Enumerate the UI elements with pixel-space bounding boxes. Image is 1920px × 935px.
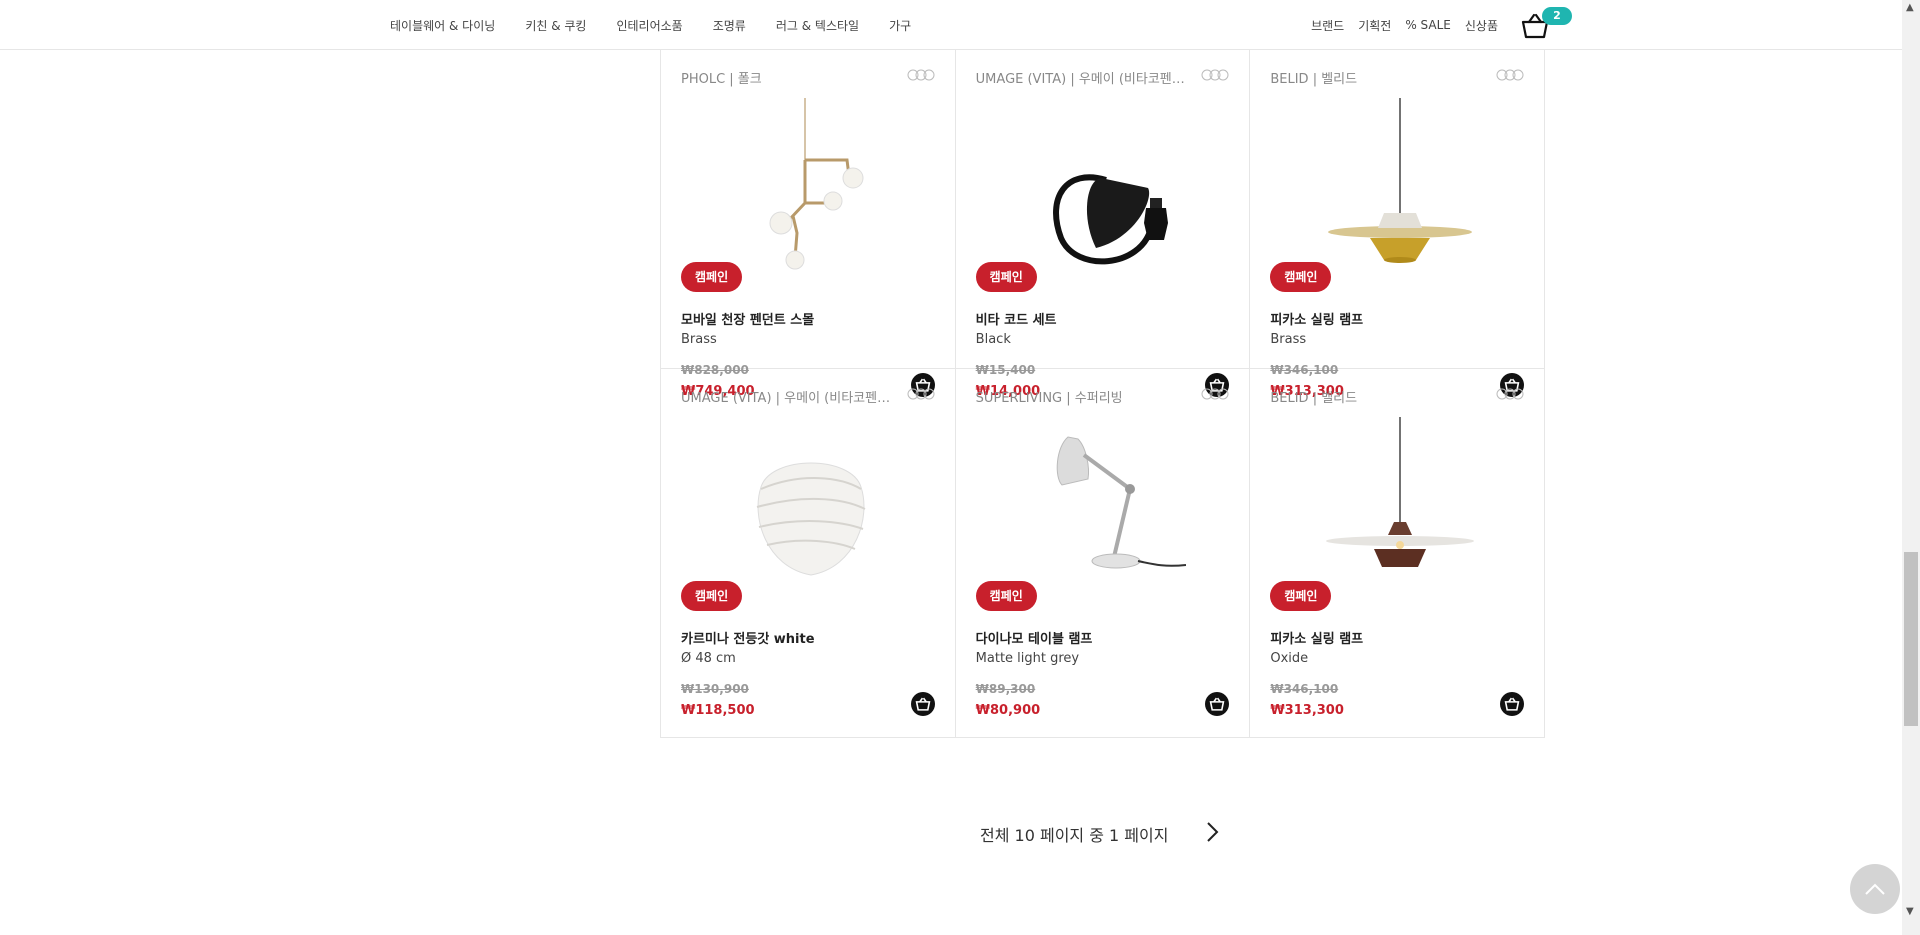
product-card[interactable]: UMAGE (VITA) | 우메이 (비타코펜하... 캠페인 비타 코드 세… [956, 50, 1251, 399]
product-name[interactable]: 다이나모 테이블 램프 [976, 628, 1093, 647]
product-name[interactable]: 피카소 실링 램프 [1270, 628, 1363, 647]
product-brand[interactable]: PHOLC | 폴크 [681, 68, 762, 87]
new-arrivals-link[interactable]: 신상품 [1465, 17, 1498, 34]
original-price: ₩346,100 [1270, 682, 1339, 696]
chevron-up-icon [1865, 883, 1885, 895]
product-variant: Brass [1270, 332, 1307, 347]
product-brand[interactable]: BELID | 벨리드 [1270, 387, 1357, 406]
back-to-top-button[interactable] [1850, 864, 1900, 914]
scrollbar-thumb[interactable] [1904, 552, 1918, 726]
sale-link[interactable]: % SALE [1405, 18, 1451, 32]
cart-count-badge: 2 [1542, 7, 1572, 25]
category-tableware[interactable]: 테이블웨어 & 다이닝 [390, 17, 495, 34]
category-furniture[interactable]: 가구 [889, 17, 911, 34]
campaign-badge[interactable]: 캠페인 [1270, 581, 1332, 611]
product-brand[interactable]: BELID | 벨리드 [1270, 68, 1357, 87]
compare-icon[interactable] [907, 69, 935, 81]
chevron-right-icon[interactable] [1202, 820, 1222, 844]
product-variant: Brass [681, 332, 717, 347]
product-image-cord-set[interactable] [1026, 98, 1186, 273]
sale-price: ₩313,300 [1270, 703, 1344, 718]
add-to-cart-button[interactable] [1500, 692, 1525, 716]
exhibition-link[interactable]: 기획전 [1358, 17, 1391, 34]
compare-icon[interactable] [1496, 388, 1524, 400]
compare-icon[interactable] [1201, 69, 1229, 81]
category-interior[interactable]: 인테리어소품 [616, 17, 682, 34]
compare-icon[interactable] [907, 388, 935, 400]
basket-icon [1209, 697, 1225, 711]
product-variant: Matte light grey [975, 651, 1080, 666]
product-card[interactable]: UMAGE (VITA) | 우메이 (비타코펜하... 캠페인 카르미나 전등… [661, 369, 956, 737]
basket-icon [1504, 697, 1520, 711]
add-to-cart-button[interactable] [1205, 692, 1230, 716]
category-lighting[interactable]: 조명류 [713, 17, 746, 34]
category-kitchen[interactable]: 키친 & 쿠킹 [525, 17, 586, 34]
product-name[interactable]: 피카소 실링 램프 [1270, 309, 1363, 328]
product-name[interactable]: 모바일 천장 펜던트 스몰 [681, 309, 814, 328]
product-row: UMAGE (VITA) | 우메이 (비타코펜하... 캠페인 카르미나 전등… [661, 369, 1546, 738]
sale-price: ₩118,500 [681, 703, 755, 718]
cart-button[interactable]: 2 [1520, 7, 1572, 40]
product-card[interactable]: SUPERLIVING | 수퍼리빙 캠페인 다이나모 테이블 램프 Matte… [956, 369, 1251, 737]
campaign-badge[interactable]: 캠페인 [975, 262, 1037, 292]
campaign-badge[interactable]: 캠페인 [681, 262, 743, 292]
product-variant: Black [975, 332, 1011, 347]
top-navigation: 테이블웨어 & 다이닝 키친 & 쿠킹 인테리어소품 조명류 러그 & 텍스타일… [0, 0, 1902, 50]
product-row: PHOLC | 폴크 캠페인 모바일 천장 펜던트 스몰 Brass ₩828,… [661, 50, 1546, 399]
category-menu: 테이블웨어 & 다이닝 키친 & 쿠킹 인테리어소품 조명류 러그 & 텍스타일… [390, 0, 941, 50]
compare-icon[interactable] [1496, 69, 1524, 81]
scroll-up-arrow-icon[interactable]: ▲ [1906, 2, 1914, 13]
product-brand[interactable]: SUPERLIVING | 수퍼리빙 [976, 387, 1123, 406]
campaign-badge[interactable]: 캠페인 [1270, 262, 1332, 292]
original-price: ₩130,900 [681, 682, 749, 696]
product-grid: PHOLC | 폴크 캠페인 모바일 천장 펜던트 스몰 Brass ₩828,… [660, 50, 1546, 738]
product-variant: Ø 48 cm [681, 651, 736, 666]
product-card[interactable]: PHOLC | 폴크 캠페인 모바일 천장 펜던트 스몰 Brass ₩828,… [661, 50, 956, 399]
product-card[interactable]: BELID | 벨리드 캠페인 피카소 실링 램프 Brass ₩346,100… [1250, 50, 1546, 399]
sale-price: ₩80,900 [975, 703, 1041, 718]
pagination-status: 전체 10 페이지 중 1 페이지 [980, 826, 1169, 845]
product-image-dynamo-lamp[interactable] [1026, 417, 1186, 592]
product-name[interactable]: 카르미나 전등갓 white [681, 628, 815, 647]
utility-menu: 브랜드 기획전 % SALE 신상품 2 [1297, 0, 1572, 50]
vertical-scrollbar[interactable] [1902, 0, 1920, 935]
product-image-picasso-brass[interactable] [1320, 98, 1480, 273]
campaign-badge[interactable]: 캠페인 [975, 581, 1037, 611]
scroll-down-arrow-icon[interactable]: ▼ [1906, 906, 1914, 917]
product-image-picasso-oxide[interactable] [1320, 417, 1480, 592]
compare-icon[interactable] [1201, 388, 1229, 400]
brand-link[interactable]: 브랜드 [1311, 17, 1344, 34]
campaign-badge[interactable]: 캠페인 [681, 581, 743, 611]
product-brand[interactable]: UMAGE (VITA) | 우메이 (비타코펜하... [681, 387, 896, 406]
product-brand[interactable]: UMAGE (VITA) | 우메이 (비타코펜하... [976, 68, 1191, 87]
product-image-carmina-white[interactable] [731, 417, 891, 592]
product-image-mobile-pendant[interactable] [731, 98, 891, 273]
product-variant: Oxide [1270, 651, 1309, 666]
product-card[interactable]: BELID | 벨리드 캠페인 피카소 실링 램프 Oxide ₩346,100… [1250, 369, 1546, 737]
add-to-cart-button[interactable] [910, 692, 935, 716]
category-rug-textile[interactable]: 러그 & 텍스타일 [776, 17, 859, 34]
product-name[interactable]: 비타 코드 세트 [976, 309, 1057, 328]
basket-icon [915, 697, 931, 711]
original-price: ₩89,300 [975, 682, 1036, 696]
